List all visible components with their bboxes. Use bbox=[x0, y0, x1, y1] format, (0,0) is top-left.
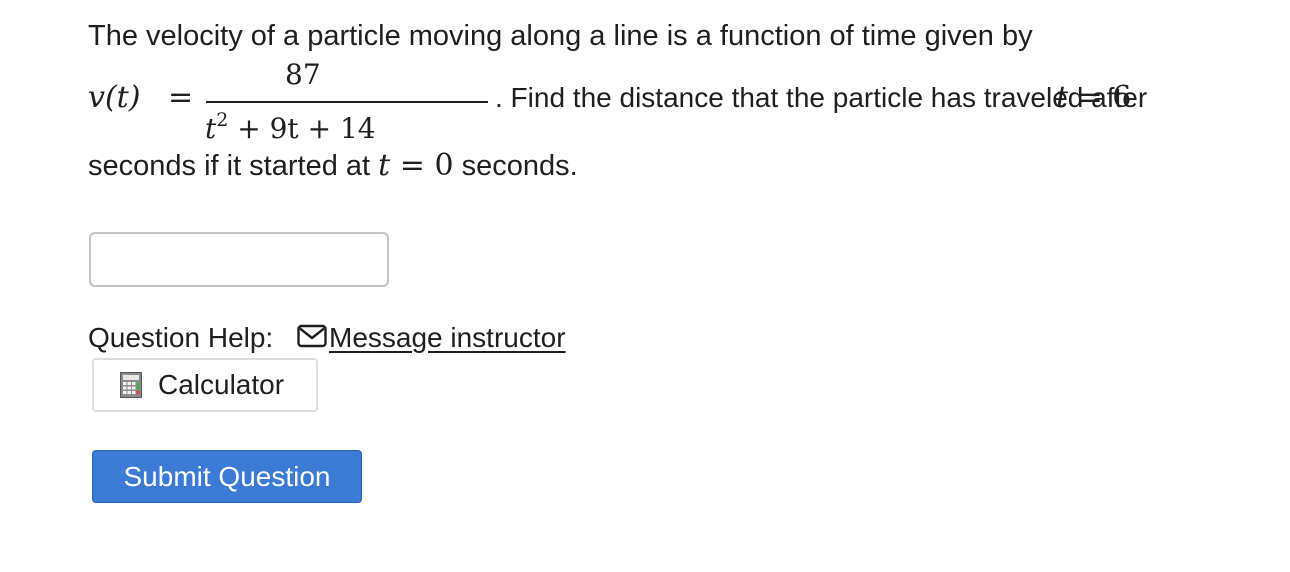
question-help-row: Question Help: Message instructor bbox=[88, 322, 566, 354]
question-line-1: The velocity of a particle moving along … bbox=[88, 20, 1033, 52]
fraction-numerator: 87 bbox=[285, 58, 321, 91]
start-time-value: 0 bbox=[434, 148, 454, 183]
end-time-value: 6 bbox=[1112, 80, 1132, 115]
calculator-label: Calculator bbox=[158, 369, 285, 400]
end-time-equals: = bbox=[1077, 80, 1103, 115]
line3-suffix: seconds. bbox=[453, 150, 578, 182]
question-line-2-text: . Find the distance that the particle ha… bbox=[495, 82, 1147, 114]
denominator-exponent: 2 bbox=[216, 109, 229, 131]
calculator-button[interactable]: Calculator bbox=[92, 358, 318, 412]
submit-question-button[interactable]: Submit Question bbox=[92, 450, 362, 503]
message-instructor-link[interactable]: Message instructor bbox=[329, 322, 566, 353]
equals-sign: = bbox=[168, 80, 194, 115]
line3-prefix: seconds if it started at bbox=[88, 150, 379, 182]
mail-icon bbox=[297, 324, 327, 348]
answer-input[interactable] bbox=[89, 232, 389, 287]
start-time-expression: t = 0 bbox=[378, 148, 453, 183]
end-time-expression: t = 6 bbox=[1056, 80, 1131, 115]
start-time-equals: = bbox=[399, 148, 425, 183]
end-time-variable: t bbox=[1056, 80, 1069, 115]
fraction-denominator: t2 + 9t + 14 bbox=[205, 109, 376, 145]
calculator-icon bbox=[120, 372, 142, 398]
denominator-variable: t bbox=[205, 112, 217, 145]
after-fraction-text: . Find the distance that the particle ha… bbox=[495, 82, 1148, 113]
question-help-label: Question Help: bbox=[88, 322, 274, 353]
denominator-rest: + 9t + 14 bbox=[228, 112, 376, 145]
question-line-3: seconds if it started at t = 0 seconds. bbox=[88, 148, 578, 183]
start-time-variable: t bbox=[378, 148, 391, 183]
fraction-bar bbox=[206, 101, 488, 103]
velocity-function-label: v(t) bbox=[88, 80, 141, 115]
